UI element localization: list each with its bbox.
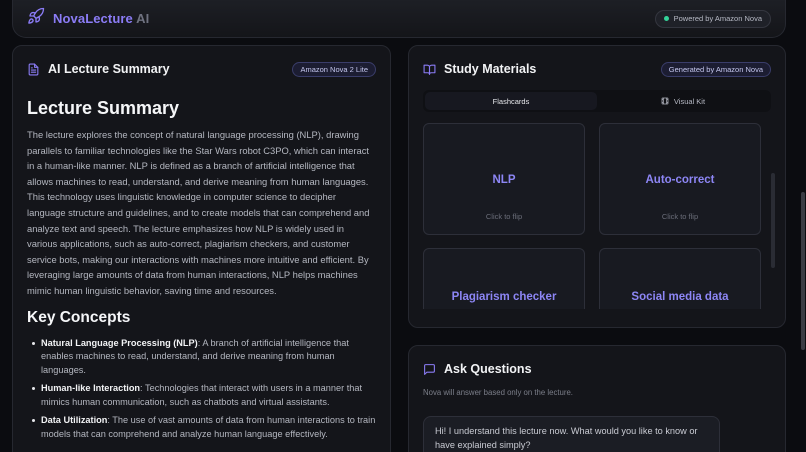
concept-term: Natural Language Processing (NLP) [41, 337, 198, 348]
concept-item: Data Utilization: The use of vast amount… [32, 414, 376, 441]
brand-suffix: AI [136, 11, 150, 26]
flashcard-term: Auto-correct [645, 174, 715, 186]
study-materials-panel: Study Materials Generated by Amazon Nova… [408, 45, 786, 328]
app-header: NovaLecture AI Powered by Amazon Nova [12, 0, 786, 38]
summary-heading: Lecture Summary [27, 98, 180, 118]
page-scrollbar[interactable] [801, 192, 805, 350]
flip-hint: Click to flip [661, 212, 699, 221]
status-dot [663, 16, 669, 21]
tab-visual-kit[interactable]: Visual Kit [597, 92, 769, 110]
flashcard[interactable]: Plagiarism checker [423, 248, 585, 309]
key-concepts-heading: Key Concepts [27, 308, 131, 326]
flashcard-grid: NLP Click to flip Auto-correct Click to … [423, 123, 771, 309]
tab-flashcards[interactable]: Flashcards [425, 92, 597, 110]
rocket-icon [27, 7, 45, 30]
powered-by-badge: Powered by Amazon Nova [654, 9, 771, 28]
flashcard-scrollbar[interactable] [771, 173, 775, 268]
book-open-icon [423, 64, 436, 75]
flashcard-term: NLP [492, 174, 516, 186]
ask-questions-panel: Ask Questions Nova will answer based onl… [408, 345, 786, 452]
flashcard[interactable]: NLP Click to flip [423, 123, 585, 235]
flashcard[interactable]: Auto-correct Click to flip [599, 123, 761, 235]
study-panel-title: Study Materials [444, 62, 537, 76]
ask-panel-title: Ask Questions [444, 362, 532, 376]
concept-term: Data Utilization [41, 415, 108, 426]
document-icon [28, 63, 39, 75]
chat-icon [424, 363, 435, 375]
flashcard-term: Social media data [631, 291, 729, 303]
summary-paragraph: The lecture explores the concept of natu… [27, 129, 370, 296]
model-badge: Amazon Nova 2 Lite [292, 61, 376, 77]
flashcard[interactable]: Social media data [599, 248, 761, 309]
brand-name: NovaLecture AI [53, 11, 150, 26]
flip-hint: Click to flip [485, 212, 523, 221]
generated-badge: Generated by Amazon Nova [660, 61, 771, 77]
key-concepts-list: Natural Language Processing (NLP): A bra… [27, 337, 376, 442]
flashcard-term: Plagiarism checker [451, 291, 557, 303]
summary-panel-title: AI Lecture Summary [48, 62, 170, 76]
tab-flashcards-label: Flashcards [492, 96, 530, 106]
summary-panel: AI Lecture Summary Amazon Nova 2 Lite Le… [12, 45, 391, 452]
film-icon [661, 97, 669, 105]
concept-item: Natural Language Processing (NLP): A bra… [32, 337, 376, 378]
powered-label: Powered by Amazon Nova [673, 14, 762, 23]
assistant-message: Hi! I understand this lecture now. What … [423, 416, 720, 452]
tab-visual-kit-label: Visual Kit [673, 96, 706, 106]
study-tabs: Flashcards Visual Kit [423, 90, 771, 112]
concept-item: Human-like Interaction: Technologies tha… [32, 382, 376, 409]
concept-term: Human-like Interaction [41, 383, 141, 394]
ask-subtitle: Nova will answer based only on the lectu… [423, 388, 573, 397]
brand[interactable]: NovaLecture AI [27, 7, 149, 30]
